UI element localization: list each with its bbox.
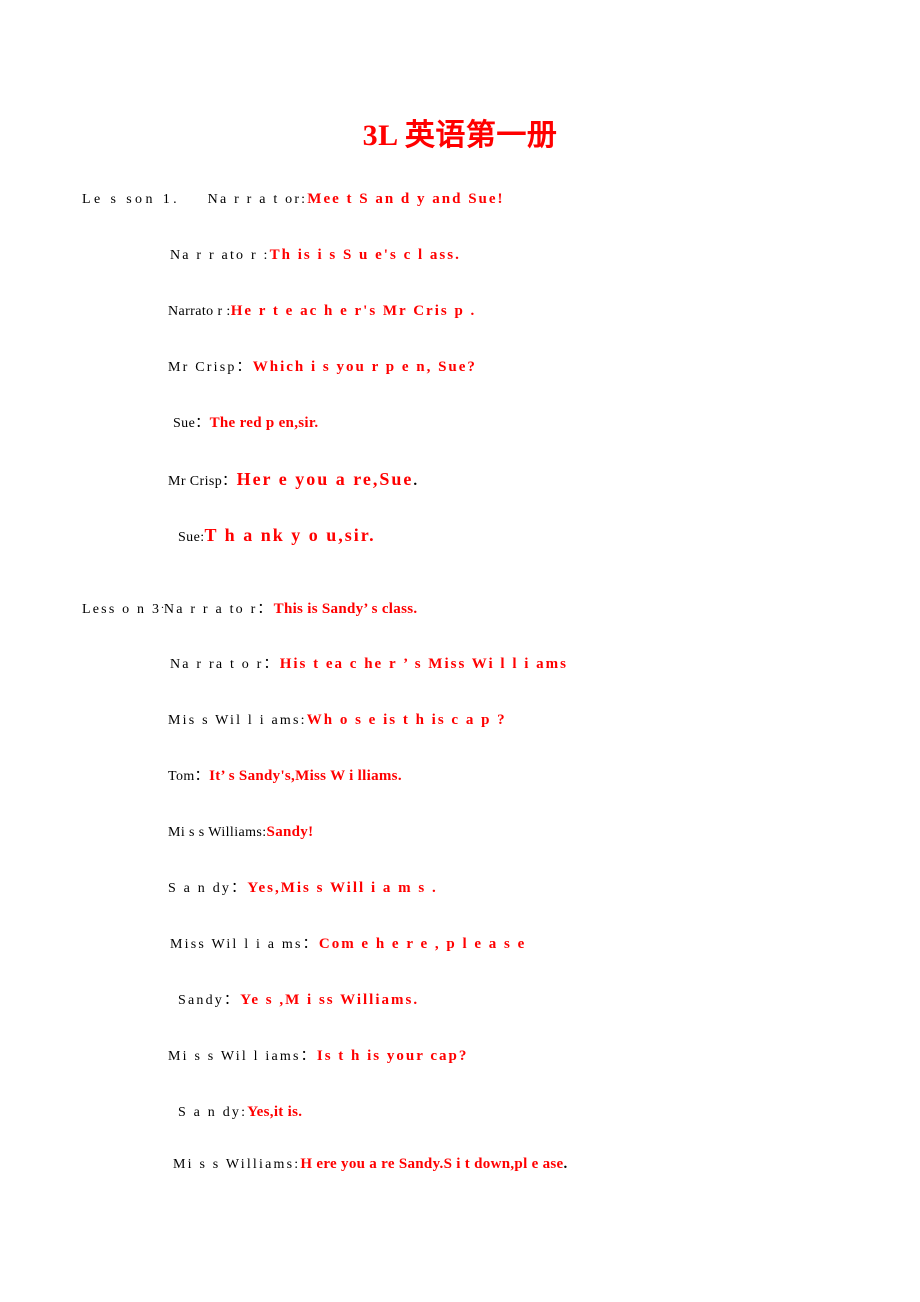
dialogue-text: Ye s ,M i ss Williams. xyxy=(240,992,420,1008)
speaker-label: Tom： xyxy=(168,769,210,784)
dialogue-line: Sue:T h a nk y o u,sir. xyxy=(178,526,376,547)
speaker-label: Mi s s Williams: xyxy=(173,1157,301,1172)
dialogue-text: Wh o s e is t h is c a p ? xyxy=(306,712,507,728)
dialogue-line: Sandy：Ye s ,M i ss Williams. xyxy=(178,991,419,1010)
speaker-label: Mi s s Williams: xyxy=(168,825,267,840)
dialogue-line: Mi s s Wil l iams：Is t h is your cap? xyxy=(168,1047,468,1066)
speaker-label: Na r r ato r : xyxy=(170,248,270,263)
dialogue-text: T h a nk y o u,sir. xyxy=(204,525,376,545)
dialogue-line: Le s son 1. Na r r a t or:Mee t S an d y… xyxy=(82,190,505,209)
speaker-label: Mr Crisp： xyxy=(168,474,237,489)
dialogue-line: Mi s s Williams:Sandy! xyxy=(168,823,313,842)
document-page: 3L 英语第一册 Le s son 1. Na r r a t or:Mee t… xyxy=(0,0,920,1302)
dialogue-text: The red p en,sir. xyxy=(209,415,319,431)
dialogue-text: It’ s Sandy's,Miss W i lliams. xyxy=(209,768,402,784)
lesson-label: Less o n 3 xyxy=(82,602,162,617)
speaker-label: Mr Crisp： xyxy=(168,360,253,375)
speaker-label: Narrato r : xyxy=(168,304,231,319)
dialogue-line: S a n dy:Yes,it is. xyxy=(178,1103,302,1122)
dialogue-text: Her e you a re,Sue xyxy=(236,469,414,489)
speaker-label: S a n dy： xyxy=(168,881,248,896)
dialogue-line: Na r r ato r :Th is i s S u e's c l ass. xyxy=(170,246,461,265)
page-title: 3L 英语第一册 xyxy=(362,119,558,152)
dialogue-trailing-punctuation: . xyxy=(563,1156,568,1172)
lesson-label: Le s son 1. xyxy=(82,192,181,207)
dialogue-line: Mr Crisp：Which i s you r p e n, Sue? xyxy=(168,358,477,377)
dialogue-line: Mr Crisp：Her e you a re,Sue. xyxy=(168,470,417,491)
dialogue-line: Less o n 3∙Na r r a to r：This is Sandy’ … xyxy=(82,599,417,619)
dialogue-text: Yes,it is. xyxy=(247,1104,303,1120)
dialogue-text: This is Sandy’ s class. xyxy=(273,601,418,617)
dialogue-text: He r t e ac h e r's Mr Cris p . xyxy=(230,303,477,319)
speaker-label: Mi s s Wil l iams： xyxy=(168,1049,317,1064)
dialogue-trailing-punctuation: . xyxy=(413,473,418,489)
dialogue-line: Narrato r :He r t e ac h e r's Mr Cris p… xyxy=(168,302,476,321)
speaker-label: Sue： xyxy=(173,416,210,431)
dialogue-text: Yes,Mis s Will i a m s . xyxy=(247,880,438,896)
dialogue-line: Tom：It’ s Sandy's,Miss W i lliams. xyxy=(168,767,402,786)
speaker-label: Sandy： xyxy=(178,993,241,1008)
dialogue-line: Mi s s Williams:H ere you a re Sandy.S i… xyxy=(173,1155,567,1174)
dialogue-line: Sue：The red p en,sir. xyxy=(173,414,318,433)
dialogue-line: Miss Wil l i a ms：Com e h e r e , p l e … xyxy=(170,935,526,954)
dialogue-text: Sandy! xyxy=(266,824,314,840)
speaker-label: Na r r a t or: xyxy=(207,192,308,207)
dialogue-text: Is t h is your cap? xyxy=(316,1048,469,1064)
speaker-label: S a n dy: xyxy=(178,1105,248,1120)
speaker-label: Mis s Wil l i ams: xyxy=(168,713,307,728)
dialogue-text: Which i s you r p e n, Sue? xyxy=(252,359,477,375)
dialogue-text: Mee t S an d y and Sue! xyxy=(307,191,505,207)
dialogue-text: His t ea c he r ’ s Miss Wi l l i ams xyxy=(279,656,569,672)
speaker-label: Na r r a to r： xyxy=(163,602,274,617)
dialogue-line: Mis s Wil l i ams:Wh o s e is t h is c a… xyxy=(168,711,507,730)
speaker-label: Miss Wil l i a ms： xyxy=(170,937,319,952)
speaker-label: Sue: xyxy=(178,530,205,545)
dialogue-text: Th is i s S u e's c l ass. xyxy=(269,247,461,263)
dialogue-text: Com e h e r e , p l e a s e xyxy=(318,936,527,952)
speaker-label: Na r ra t o r： xyxy=(170,657,280,672)
dialogue-line: S a n dy：Yes,Mis s Will i a m s . xyxy=(168,879,438,898)
dialogue-text: H ere you a re Sandy.S i t down,pl e ase xyxy=(300,1156,564,1172)
dialogue-line: Na r ra t o r：His t ea c he r ’ s Miss W… xyxy=(170,655,568,674)
